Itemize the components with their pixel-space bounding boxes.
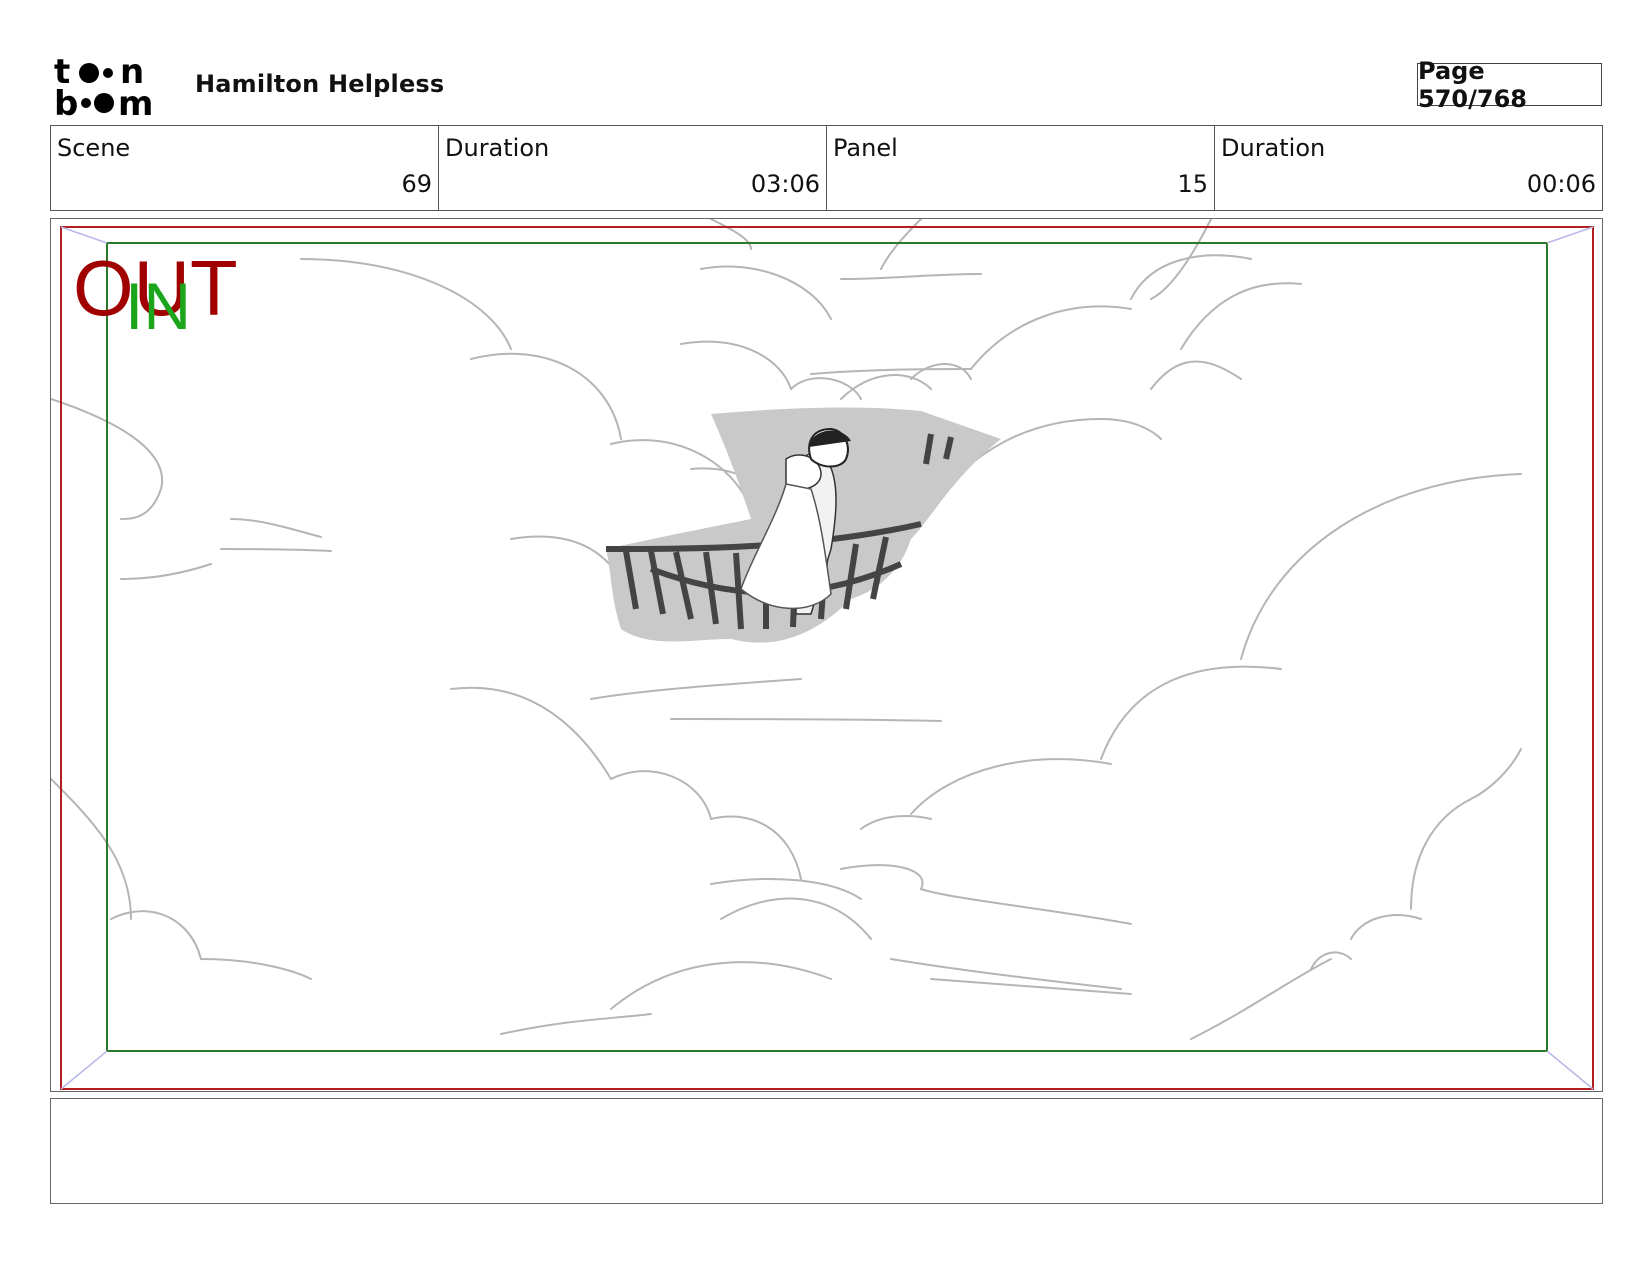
panel-label: Panel — [833, 134, 898, 162]
panel-duration-label: Duration — [1221, 134, 1326, 162]
scene-label: Scene — [57, 134, 131, 162]
camera-frame — [60, 226, 1594, 1090]
in-label: IN — [125, 269, 191, 343]
svg-text:m: m — [118, 84, 153, 117]
panel-value: 15 — [1177, 170, 1208, 198]
scene-duration-value: 03:06 — [750, 170, 820, 198]
project-title: Hamilton Helpless — [195, 70, 445, 98]
panel-duration-cell: Duration 00:06 — [1215, 126, 1602, 210]
frame-corner-guides — [60, 226, 1594, 1090]
scene-value: 69 — [401, 170, 432, 198]
panel-cell: Panel 15 — [827, 126, 1215, 210]
panel-notes-box[interactable] — [50, 1098, 1603, 1204]
scene-cell: Scene 69 — [51, 126, 439, 210]
svg-text:b: b — [54, 84, 78, 117]
scene-duration-cell: Duration 03:06 — [439, 126, 827, 210]
panel-duration-value: 00:06 — [1526, 170, 1596, 198]
scene-info-table: Scene 69 Duration 03:06 Panel 15 Duratio… — [50, 125, 1603, 211]
scene-duration-label: Duration — [445, 134, 550, 162]
safe-frame — [106, 242, 1548, 1052]
toonboom-logo-icon: t n b m — [54, 55, 153, 117]
page-indicator: Page 570/768 — [1417, 57, 1602, 113]
storyboard-panel: OUT IN — [50, 218, 1603, 1092]
storyboard-sketch-icon: OUT IN — [51, 219, 1594, 1090]
